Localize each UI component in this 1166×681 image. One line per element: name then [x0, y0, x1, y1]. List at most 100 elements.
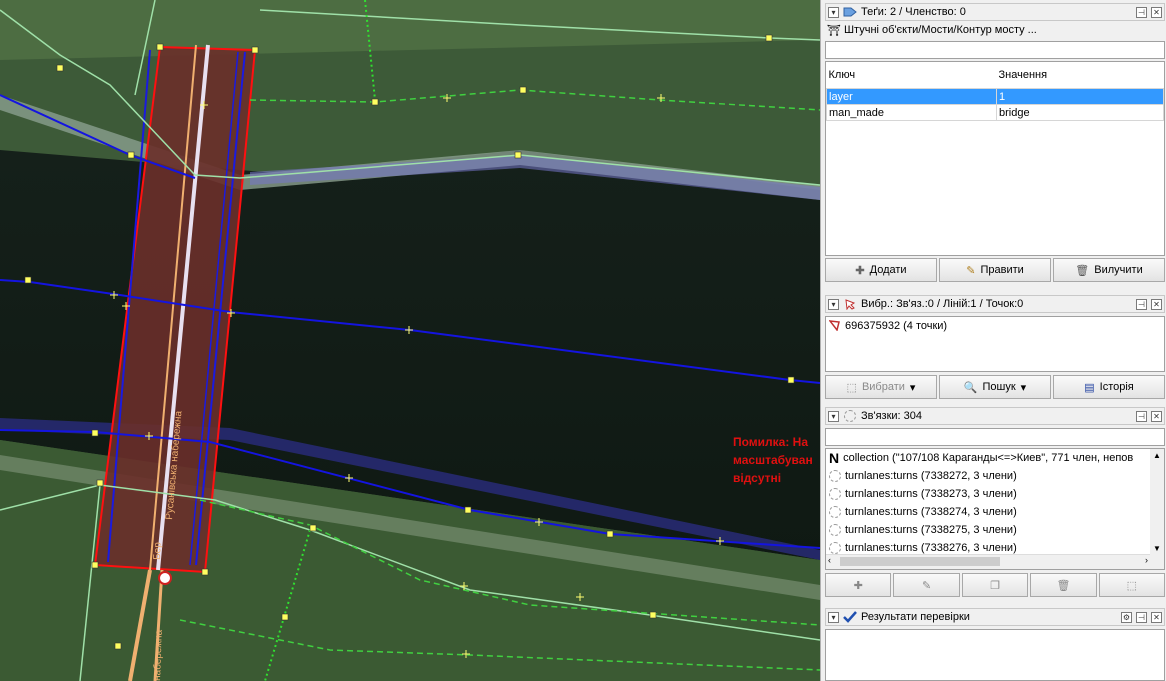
side-panel: ▾ Теґи: 2 / Членство: 0 ⊣ ✕ ⛩ Штучні об'… — [820, 0, 1166, 681]
selection-icon — [843, 297, 857, 311]
collapse-icon[interactable]: ▾ — [828, 298, 839, 310]
add-tag-label: Додати — [869, 264, 907, 276]
map-error-line-3: відсутні — [733, 471, 782, 485]
map-error-line-2: масштабуван — [733, 453, 813, 467]
list-item[interactable]: N collection ("107/108 Караганды<=>Киев"… — [826, 449, 1164, 467]
vertical-scrollbar[interactable]: ▲ ▼ — [1150, 449, 1164, 569]
delete-relation-button[interactable]: 🗑 — [1030, 573, 1097, 597]
edit-tag-label: Правити — [980, 264, 1024, 276]
relations-dialog-title-bar[interactable]: ▾ Зв'язки: 304 ⊣ ✕ — [825, 407, 1165, 425]
trash-icon: 🗑 — [1056, 579, 1071, 592]
select-button[interactable]: ⬚ Вибрати ▾ — [825, 375, 937, 399]
search-icon: 🔍 — [963, 381, 978, 394]
tag-key[interactable]: man_made — [826, 104, 997, 121]
relations-dialog: ▾ Зв'язки: 304 ⊣ ✕ N collection ("107/10… — [825, 407, 1166, 597]
street-label-bottom: набережна — [151, 629, 165, 681]
select-icon: ⬚ — [1126, 579, 1138, 592]
pencil-icon: ✎ — [922, 579, 932, 592]
map-view[interactable]: Русанівська набережна набережна Бер Поми… — [0, 0, 820, 681]
relation-label: turnlanes:turns (7338275, 3 члени) — [845, 524, 1017, 536]
scroll-thumb[interactable] — [840, 557, 1000, 566]
close-icon[interactable]: ✕ — [1151, 410, 1162, 422]
collapse-icon[interactable]: ▾ — [828, 410, 839, 422]
add-relation-icon: ✚ — [853, 579, 863, 592]
preset-row[interactable]: ⛩ Штучні об'єкти/Мости/Контур мосту ... — [825, 21, 1165, 39]
preset-path[interactable]: Штучні об'єкти/Мости/Контур мосту ... — [844, 24, 1037, 36]
relation-label: collection ("107/108 Караганды<=>Киев", … — [843, 452, 1134, 464]
tag-value[interactable]: 1 — [996, 88, 1164, 105]
turnlanes-icon — [829, 470, 841, 482]
tag-value[interactable]: bridge — [996, 104, 1164, 121]
map-canvas[interactable]: Русанівська набережна набережна Бер — [0, 0, 820, 681]
turnlanes-icon — [829, 506, 841, 518]
relation-filter-input[interactable] — [825, 428, 1165, 446]
tag-filter-input[interactable] — [825, 41, 1165, 59]
turnlanes-icon — [829, 524, 841, 536]
validation-dialog: ▾ Результати перевірки ⚙ ⊣ ✕ — [825, 608, 1165, 681]
pencil-icon: ✎ — [966, 264, 976, 277]
close-icon[interactable]: ✕ — [1151, 611, 1162, 623]
dropdown-arrow-icon[interactable]: ▾ — [910, 381, 916, 394]
history-icon: ▤ — [1084, 381, 1095, 394]
checkmark-icon — [843, 610, 857, 624]
selection-dialog-title-bar[interactable]: ▾ Вибр.: Зв'яз.:0 / Ліній:1 / Точок:0 ⊣ … — [825, 295, 1165, 313]
tags-dialog: ▾ Теґи: 2 / Членство: 0 ⊣ ✕ ⛩ Штучні об'… — [825, 3, 1165, 282]
validation-results-list — [825, 629, 1165, 681]
add-tag-button[interactable]: ✚ Додати — [825, 258, 937, 282]
relation-list: N collection ("107/108 Караганды<=>Киев"… — [825, 448, 1165, 570]
delete-tag-button[interactable]: 🗑 Вилучити — [1053, 258, 1165, 282]
collapse-icon[interactable]: ▾ — [828, 6, 839, 18]
turnlanes-icon — [829, 542, 841, 554]
map-error-line-1: Помилка: На — [733, 435, 809, 449]
select-relation-button[interactable]: ⬚ — [1098, 573, 1166, 597]
tag-table: Ключ Значення layer 1 man_made bridge — [826, 62, 1164, 121]
selection-dialog: ▾ Вибр.: Зв'яз.:0 / Ліній:1 / Точок:0 ⊣ … — [825, 295, 1165, 399]
selection-item-label: 696375932 (4 точки) — [845, 320, 948, 332]
tag-row[interactable]: layer 1 — [826, 88, 1164, 105]
scroll-up-icon[interactable]: ▲ — [1153, 451, 1161, 460]
list-item[interactable]: turnlanes:turns (7338272, 3 члени) — [826, 467, 1164, 485]
scroll-right-icon[interactable]: › — [1145, 555, 1148, 565]
dropdown-arrow-icon[interactable]: ▾ — [1021, 381, 1027, 394]
tag-row[interactable]: man_made bridge — [826, 104, 1164, 121]
collapse-icon[interactable]: ▾ — [828, 611, 839, 623]
new-relation-button[interactable]: ✚ — [825, 573, 892, 597]
validation-dialog-title-bar[interactable]: ▾ Результати перевірки ⚙ ⊣ ✕ — [825, 608, 1165, 626]
tags-dialog-title: Теґи: 2 / Членство: 0 — [861, 6, 966, 18]
pin-icon[interactable]: ⊣ — [1136, 6, 1147, 18]
way-icon — [828, 319, 841, 334]
tags-dialog-title-bar[interactable]: ▾ Теґи: 2 / Членство: 0 ⊣ ✕ — [825, 3, 1165, 21]
list-item[interactable]: 696375932 (4 точки) — [826, 317, 1164, 335]
search-label: Пошук — [982, 381, 1016, 393]
pin-icon[interactable]: ⊣ — [1136, 611, 1147, 623]
edit-tag-button[interactable]: ✎ Правити — [939, 258, 1051, 282]
relation-label: turnlanes:turns (7338276, 3 члени) — [845, 542, 1017, 554]
close-icon[interactable]: ✕ — [1151, 298, 1162, 310]
list-item[interactable]: turnlanes:turns (7338274, 3 члени) — [826, 503, 1164, 521]
col-header-value[interactable]: Значення — [996, 62, 1164, 89]
tag-icon — [843, 5, 857, 19]
scroll-down-icon[interactable]: ▼ — [1153, 544, 1161, 553]
search-button[interactable]: 🔍 Пошук ▾ — [939, 375, 1051, 399]
relation-label: turnlanes:turns (7338272, 3 члени) — [845, 470, 1017, 482]
duplicate-relation-button[interactable]: ❐ — [961, 573, 1029, 597]
trash-icon: 🗑 — [1075, 264, 1090, 277]
scroll-left-icon[interactable]: ‹ — [828, 555, 831, 565]
tag-key[interactable]: layer — [826, 88, 997, 105]
relation-label: turnlanes:turns (7338273, 3 члени) — [845, 488, 1017, 500]
horizontal-scrollbar[interactable]: ‹ › — [826, 554, 1150, 569]
relation-icon — [843, 409, 857, 423]
edit-relation-button[interactable]: ✎ — [893, 573, 960, 597]
pin-icon[interactable]: ⊣ — [1136, 298, 1147, 310]
close-icon[interactable]: ✕ — [1151, 6, 1162, 18]
settings-icon[interactable]: ⚙ — [1121, 611, 1132, 623]
list-item[interactable]: turnlanes:turns (7338275, 3 члени) — [826, 521, 1164, 539]
selection-list: 696375932 (4 точки) — [825, 316, 1165, 372]
pin-icon[interactable]: ⊣ — [1136, 410, 1147, 422]
history-button[interactable]: ▤ Історія — [1053, 375, 1165, 399]
collection-icon: N — [829, 450, 840, 466]
col-header-key[interactable]: Ключ — [826, 62, 997, 89]
tag-table-area: Ключ Значення layer 1 man_made bridge — [825, 61, 1165, 256]
relation-label: turnlanes:turns (7338274, 3 члени) — [845, 506, 1017, 518]
list-item[interactable]: turnlanes:turns (7338273, 3 члени) — [826, 485, 1164, 503]
